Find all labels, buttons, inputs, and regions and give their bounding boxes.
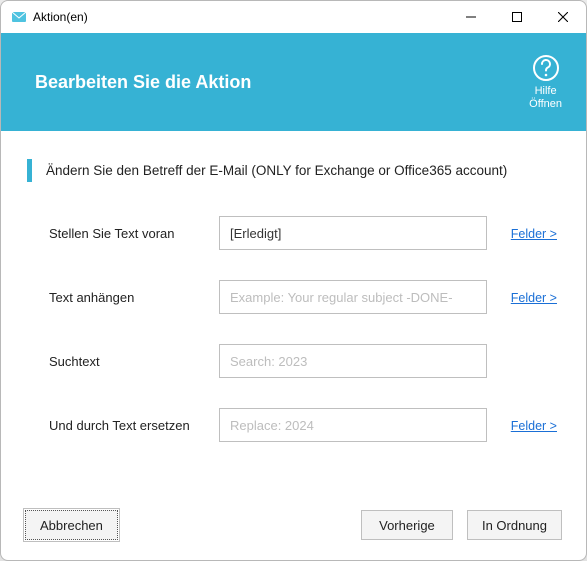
banner-title: Bearbeiten Sie die Aktion: [35, 72, 251, 93]
minimize-button[interactable]: [448, 1, 494, 33]
label-replace: Und durch Text ersetzen: [49, 418, 219, 433]
ok-button[interactable]: In Ordnung: [467, 510, 562, 540]
help-label-1: Hilfe: [535, 85, 557, 98]
accent-bar: [27, 159, 32, 182]
row-prefix: Stellen Sie Text voran Felder >: [27, 216, 560, 250]
window-controls: [448, 1, 586, 33]
label-prefix: Stellen Sie Text voran: [49, 226, 219, 241]
fields-link-prefix[interactable]: Felder >: [511, 227, 557, 241]
input-replace[interactable]: [219, 408, 487, 442]
input-append[interactable]: [219, 280, 487, 314]
close-button[interactable]: [540, 1, 586, 33]
label-append: Text anhängen: [49, 290, 219, 305]
input-search[interactable]: [219, 344, 487, 378]
row-replace: Und durch Text ersetzen Felder >: [27, 408, 560, 442]
footer: Abbrechen Vorherige In Ordnung: [1, 500, 586, 560]
help-button[interactable]: Hilfe Öffnen: [529, 53, 562, 111]
row-search: Suchtext: [27, 344, 560, 378]
window-title: Aktion(en): [33, 10, 448, 24]
previous-button[interactable]: Vorherige: [361, 510, 453, 540]
app-icon: [11, 9, 27, 25]
help-icon: [531, 53, 561, 83]
maximize-button[interactable]: [494, 1, 540, 33]
titlebar: Aktion(en): [1, 1, 586, 33]
fields-link-replace[interactable]: Felder >: [511, 419, 557, 433]
dialog-window: Aktion(en) Bearbeiten Sie die Aktion Hil…: [0, 0, 587, 561]
cancel-button[interactable]: Abbrechen: [25, 510, 118, 540]
content-area: Ändern Sie den Betreff der E-Mail (ONLY …: [1, 131, 586, 500]
input-prefix[interactable]: [219, 216, 487, 250]
fields-link-append[interactable]: Felder >: [511, 291, 557, 305]
instruction-row: Ändern Sie den Betreff der E-Mail (ONLY …: [27, 159, 560, 182]
label-search: Suchtext: [49, 354, 219, 369]
instruction-text: Ändern Sie den Betreff der E-Mail (ONLY …: [46, 159, 507, 182]
row-append: Text anhängen Felder >: [27, 280, 560, 314]
banner: Bearbeiten Sie die Aktion Hilfe Öffnen: [1, 33, 586, 131]
help-label-2: Öffnen: [529, 98, 562, 111]
